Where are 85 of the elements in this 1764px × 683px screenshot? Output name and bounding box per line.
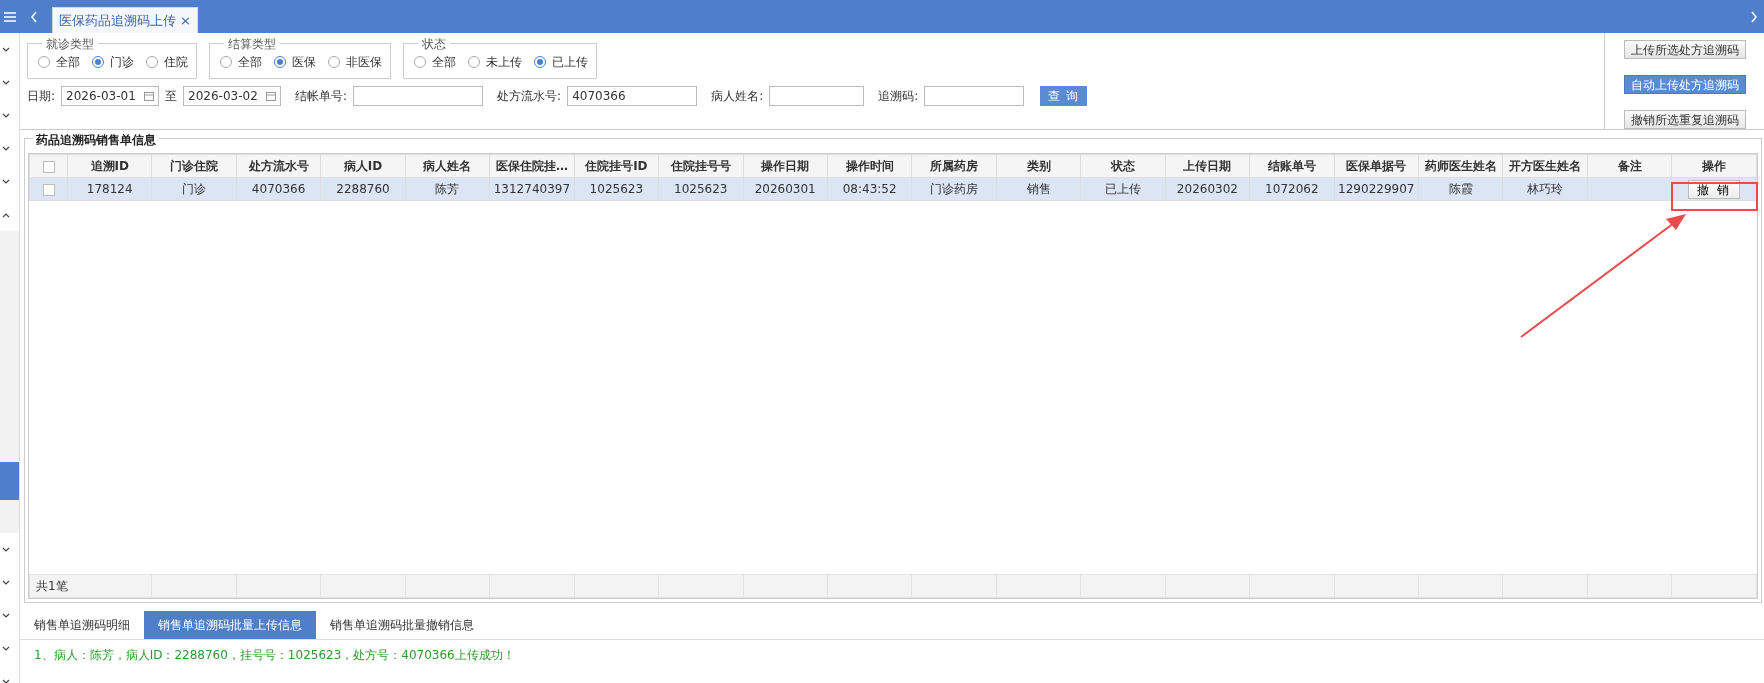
expand-icon[interactable] — [2, 79, 10, 86]
table-cell: 1290229907 — [1338, 182, 1415, 196]
table-cell: 销售 — [1026, 182, 1051, 196]
column-header[interactable]: 住院挂号ID — [574, 154, 659, 178]
radio-option[interactable]: 住院 — [146, 53, 188, 71]
expand-icon[interactable] — [2, 612, 10, 619]
field-label: 至 — [165, 88, 178, 105]
column-header[interactable]: 医保住院挂… — [489, 154, 575, 178]
column-header[interactable]: 状态 — [1080, 154, 1166, 178]
input-field[interactable] — [769, 86, 865, 106]
column-header[interactable]: 类别 — [996, 154, 1081, 178]
expand-icon[interactable] — [2, 145, 10, 152]
expand-icon[interactable] — [2, 678, 10, 683]
expand-icon[interactable] — [2, 645, 10, 652]
column-header[interactable]: 住院挂号号 — [658, 154, 743, 178]
radio-option[interactable]: 全部 — [414, 53, 456, 71]
radio-option[interactable]: 门诊 — [92, 53, 134, 71]
column-header[interactable]: 医保单据号 — [1334, 154, 1419, 178]
column-header[interactable]: 所属药房 — [911, 154, 997, 178]
record-count: 共1笔 — [36, 579, 68, 593]
collapse-icon[interactable] — [2, 211, 10, 218]
status-message: 1、病人：陈芳，病人ID：2288760，挂号号：1025623，处方号：4070366上传成功！ — [33, 647, 516, 664]
input-field[interactable]: 4070366 — [567, 86, 698, 106]
table-cell: 1072062 — [1265, 182, 1319, 196]
input-field[interactable] — [353, 86, 484, 106]
field-label: 结帐单号: — [295, 88, 348, 105]
table-cell: 4070366 — [251, 182, 306, 196]
section-title: 药品追溯码销售单信息 — [33, 131, 159, 149]
calendar-icon[interactable] — [266, 91, 277, 101]
field-label: 追溯码: — [878, 88, 919, 105]
column-header[interactable]: 处方流水号 — [236, 154, 321, 178]
input-field[interactable] — [924, 86, 1025, 106]
table-cell: 1312740397 — [493, 182, 571, 196]
field-label: 日期: — [27, 88, 56, 105]
radio-option[interactable]: 未上传 — [468, 53, 522, 71]
expand-icon[interactable] — [2, 579, 10, 586]
radio-option[interactable]: 全部 — [220, 53, 262, 71]
expand-icon[interactable] — [2, 112, 10, 119]
radio-option[interactable]: 医保 — [274, 53, 316, 71]
table-cell: 已上传 — [1104, 182, 1141, 196]
table-cell: 2288760 — [336, 182, 390, 196]
field-label: 处方流水号: — [497, 88, 562, 105]
column-header[interactable]: 门诊住院 — [151, 154, 237, 178]
column-header[interactable]: 病人姓名 — [405, 154, 490, 178]
tab[interactable]: 销售单追溯码批量上传信息 — [144, 611, 316, 639]
column-header[interactable]: 备注 — [1587, 154, 1672, 178]
expand-icon[interactable] — [2, 46, 10, 53]
column-header[interactable]: 病人ID — [320, 154, 406, 178]
group-legend: 就诊类型 — [42, 35, 98, 53]
close-icon[interactable]: × — [180, 10, 191, 31]
column-header[interactable]: 结账单号 — [1249, 154, 1335, 178]
select-all-checkbox[interactable] — [42, 160, 55, 173]
radio-option[interactable]: 非医保 — [328, 53, 382, 71]
column-header[interactable]: 操作日期 — [743, 154, 828, 178]
group-legend: 状态 — [418, 35, 450, 53]
column-header[interactable]: 追溯ID — [67, 154, 152, 178]
column-header[interactable]: 操作时间 — [827, 154, 912, 178]
table-cell: 1025623 — [674, 182, 728, 196]
radio-option[interactable]: 已上传 — [534, 53, 588, 71]
action-button[interactable]: 撤销所选重复追溯码 — [1623, 110, 1746, 129]
radio-option[interactable]: 全部 — [38, 53, 80, 71]
date-field[interactable]: 2026-03-02 — [183, 86, 282, 106]
table-cell: 陈芳 — [435, 182, 460, 196]
row-checkbox[interactable] — [42, 183, 55, 196]
action-button[interactable]: 上传所选处方追溯码 — [1623, 40, 1746, 59]
table-cell: 20260301 — [754, 182, 816, 196]
table-cell: 08:43:52 — [842, 182, 897, 196]
table-cell: 陈霞 — [1448, 182, 1473, 196]
page-tab[interactable]: 医保药品追溯码上传 × — [52, 7, 198, 33]
table-cell: 门诊药房 — [930, 182, 979, 196]
expand-icon[interactable] — [2, 178, 10, 185]
column-header[interactable]: 开方医生姓名 — [1502, 154, 1588, 178]
table-cell: 门诊 — [182, 182, 207, 196]
column-header[interactable]: 操作 — [1671, 154, 1757, 178]
table-cell: 178124 — [86, 182, 133, 196]
table-cell: 1025623 — [589, 182, 644, 196]
group-legend: 结算类型 — [224, 35, 280, 53]
column-header[interactable]: 上传日期 — [1165, 154, 1250, 178]
calendar-icon[interactable] — [144, 91, 155, 101]
column-header[interactable]: 药师医生姓名 — [1418, 154, 1503, 178]
expand-icon[interactable] — [2, 546, 10, 553]
table-cell: 20260302 — [1176, 182, 1238, 196]
table-cell: 林巧玲 — [1527, 182, 1564, 196]
date-field[interactable]: 2026-03-01 — [61, 86, 160, 106]
field-label: 病人姓名: — [711, 88, 764, 105]
